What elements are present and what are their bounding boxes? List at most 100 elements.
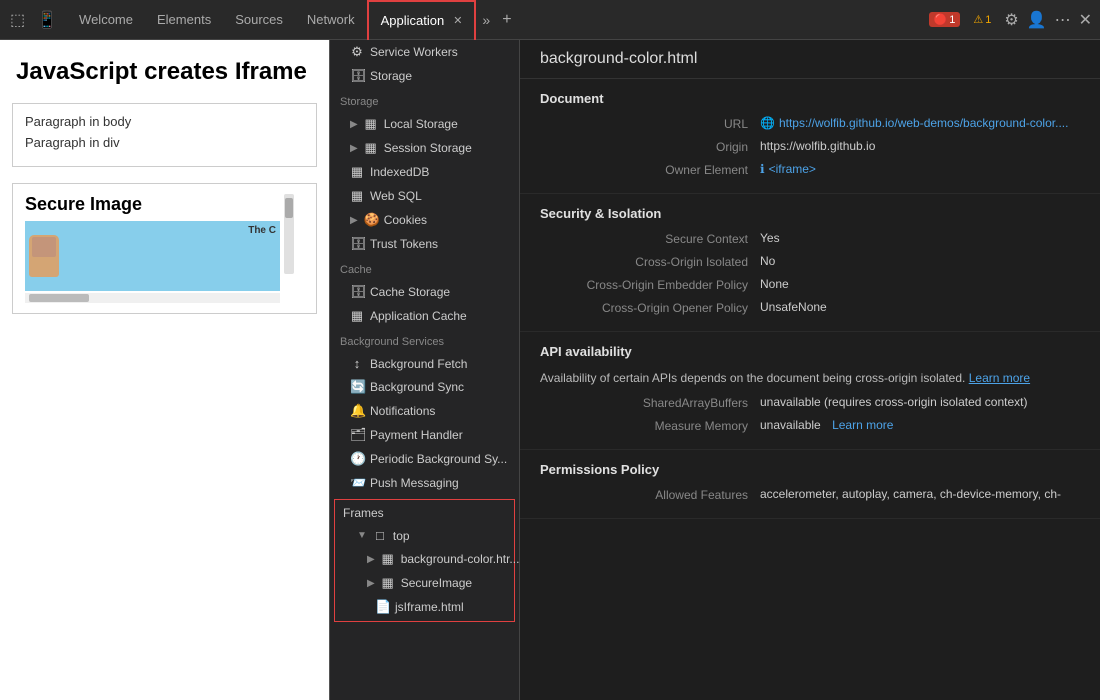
coep-row: Cross-Origin Embedder Policy None <box>540 277 1080 292</box>
sidebar-item-bg-fetch[interactable]: ↕ Background Fetch <box>330 352 519 375</box>
more-tabs-icon[interactable]: » <box>476 12 496 28</box>
permissions-section: Permissions Policy Allowed Features acce… <box>520 450 1100 519</box>
measure-memory-label: Measure Memory <box>540 418 760 433</box>
globe-icon: 🌐 <box>760 116 775 130</box>
cross-origin-isolated-label: Cross-Origin Isolated <box>540 254 760 269</box>
storage-icon: 🗄 <box>350 68 364 84</box>
arrow-icon: ▶ <box>350 119 358 130</box>
local-storage-icon: ▦ <box>364 116 378 132</box>
api-section-title: API availability <box>540 344 1080 359</box>
sidebar-item-top[interactable]: ▼ □ top <box>337 524 512 547</box>
secure-context-value: Yes <box>760 231 1080 245</box>
file-icon: 📄 <box>375 599 389 615</box>
cache-storage-icon: 🗄 <box>350 284 364 300</box>
owner-element-link[interactable]: <iframe> <box>769 162 816 176</box>
people-icon[interactable]: 👤 <box>1027 10 1047 30</box>
top-frame-icon: □ <box>373 528 387 543</box>
preview-image: The C <box>25 221 280 291</box>
sidebar-item-application-cache[interactable]: ▦ Application Cache <box>330 304 519 328</box>
settings-icon[interactable]: ⚙ <box>1004 10 1018 30</box>
preview-paragraph-1: Paragraph in body <box>25 114 304 129</box>
url-row: URL 🌐 https://wolfib.github.io/web-demos… <box>540 116 1080 131</box>
tab-welcome[interactable]: Welcome <box>67 0 145 40</box>
sidebar-item-bg-sync[interactable]: 🔄 Background Sync <box>330 375 519 399</box>
security-section: Security & Isolation Secure Context Yes … <box>520 194 1100 332</box>
warning-icon: ⚠ <box>973 13 983 26</box>
sidebar-item-periodic-bg[interactable]: 🕐 Periodic Background Sy... <box>330 447 519 471</box>
sidebar-item-local-storage[interactable]: ▶ ▦ Local Storage <box>330 112 519 136</box>
sidebar-item-push-messaging[interactable]: 📨 Push Messaging <box>330 471 519 495</box>
sidebar-item-session-storage[interactable]: ▶ ▦ Session Storage <box>330 136 519 160</box>
shared-buffers-label: SharedArrayBuffers <box>540 395 760 410</box>
periodic-bg-icon: 🕐 <box>350 451 364 467</box>
error-badge[interactable]: 🔴 1 <box>929 12 961 27</box>
tab-elements[interactable]: Elements <box>145 0 223 40</box>
indexeddb-icon: ▦ <box>350 164 364 180</box>
preview-section-title: Secure Image <box>25 194 280 215</box>
origin-value: https://wolfib.github.io <box>760 139 1080 153</box>
tab-sources[interactable]: Sources <box>223 0 295 40</box>
preview-section-2: Secure Image The C <box>12 183 317 314</box>
tab-network[interactable]: Network <box>295 0 367 40</box>
session-storage-icon: ▦ <box>364 140 378 156</box>
bg-sync-icon: 🔄 <box>350 379 364 395</box>
sidebar: ⚙ Service Workers 🗄 Storage Storage ▶ ▦ … <box>330 40 520 700</box>
warning-badge[interactable]: ⚠ 1 <box>968 12 996 27</box>
arrow-icon: ▶ <box>350 215 358 226</box>
push-messaging-icon: 📨 <box>350 475 364 491</box>
sidebar-item-bg-color[interactable]: ▶ ▦ background-color.htr... <box>337 547 512 571</box>
preview-paragraph-2: Paragraph in div <box>25 135 304 150</box>
url-label: URL <box>540 116 760 131</box>
main-area: JavaScript creates Iframe Paragraph in b… <box>0 40 1100 700</box>
devtools-icons: ⬚ 📱 <box>0 8 67 32</box>
sidebar-item-websql[interactable]: ▦ Web SQL <box>330 184 519 208</box>
document-section-title: Document <box>540 91 1080 106</box>
api-learn-more-link[interactable]: Learn more <box>969 371 1030 385</box>
close-tab-icon[interactable]: ✕ <box>453 14 462 27</box>
url-value: 🌐 https://wolfib.github.io/web-demos/bac… <box>760 116 1080 130</box>
sidebar-item-cookies[interactable]: ▶ 🍪 Cookies <box>330 208 519 232</box>
service-workers-icon: ⚙ <box>350 44 364 60</box>
coep-label: Cross-Origin Embedder Policy <box>540 277 760 292</box>
main-content: background-color.html Document URL 🌐 htt… <box>520 40 1100 700</box>
coop-row: Cross-Origin Opener Policy UnsafeNone <box>540 300 1080 315</box>
bg-services-section-header: Background Services <box>330 328 519 352</box>
sidebar-item-service-workers[interactable]: ⚙ Service Workers <box>330 40 519 64</box>
arrow-icon: ▼ <box>357 530 367 541</box>
sidebar-item-indexeddb[interactable]: ▦ IndexedDB <box>330 160 519 184</box>
cookies-icon: 🍪 <box>364 212 378 228</box>
owner-element-value: ℹ <iframe> <box>760 162 1080 176</box>
arrow-icon: ▶ <box>367 578 375 589</box>
measure-memory-link[interactable]: Learn more <box>832 418 893 432</box>
url-link[interactable]: https://wolfib.github.io/web-demos/backg… <box>779 116 1069 130</box>
coep-value: None <box>760 277 1080 291</box>
sidebar-item-trust-tokens[interactable]: 🗄 Trust Tokens <box>330 232 519 256</box>
sidebar-item-cache-storage[interactable]: 🗄 Cache Storage <box>330 280 519 304</box>
close-devtools-icon[interactable]: ✕ <box>1079 10 1092 30</box>
shared-buffers-row: SharedArrayBuffers unavailable (requires… <box>540 395 1080 410</box>
api-section: API availability Availability of certain… <box>520 332 1100 450</box>
more-options-icon[interactable]: ⋯ <box>1055 10 1071 30</box>
api-description: Availability of certain APIs depends on … <box>540 369 1080 387</box>
tab-application[interactable]: Application ✕ <box>367 0 477 40</box>
sidebar-item-secure-image[interactable]: ▶ ▦ SecureImage <box>337 571 512 595</box>
frame-icon: ▦ <box>381 575 395 591</box>
allowed-features-row: Allowed Features accelerometer, autoplay… <box>540 487 1080 502</box>
device-icon[interactable]: 📱 <box>33 8 61 32</box>
websql-icon: ▦ <box>350 188 364 204</box>
sidebar-item-storage-top[interactable]: 🗄 Storage <box>330 64 519 88</box>
owner-element-label: Owner Element <box>540 162 760 177</box>
file-title: background-color.html <box>540 50 697 67</box>
add-tab-icon[interactable]: + <box>496 11 517 29</box>
trust-tokens-icon: 🗄 <box>350 236 364 252</box>
cursor-icon[interactable]: ⬚ <box>6 8 29 32</box>
bg-fetch-icon: ↕ <box>350 356 364 371</box>
sidebar-item-jsiframe[interactable]: 📄 jsIframe.html <box>337 595 512 619</box>
sidebar-item-payment-handler[interactable]: 🗂 Payment Handler <box>330 423 519 447</box>
secure-context-label: Secure Context <box>540 231 760 246</box>
cross-origin-isolated-value: No <box>760 254 1080 268</box>
arrow-icon: ▶ <box>367 554 375 565</box>
frames-section: Frames ▼ □ top ▶ ▦ background-color.htr.… <box>334 499 515 622</box>
sidebar-item-notifications[interactable]: 🔔 Notifications <box>330 399 519 423</box>
measure-memory-row: Measure Memory unavailable Learn more <box>540 418 1080 433</box>
